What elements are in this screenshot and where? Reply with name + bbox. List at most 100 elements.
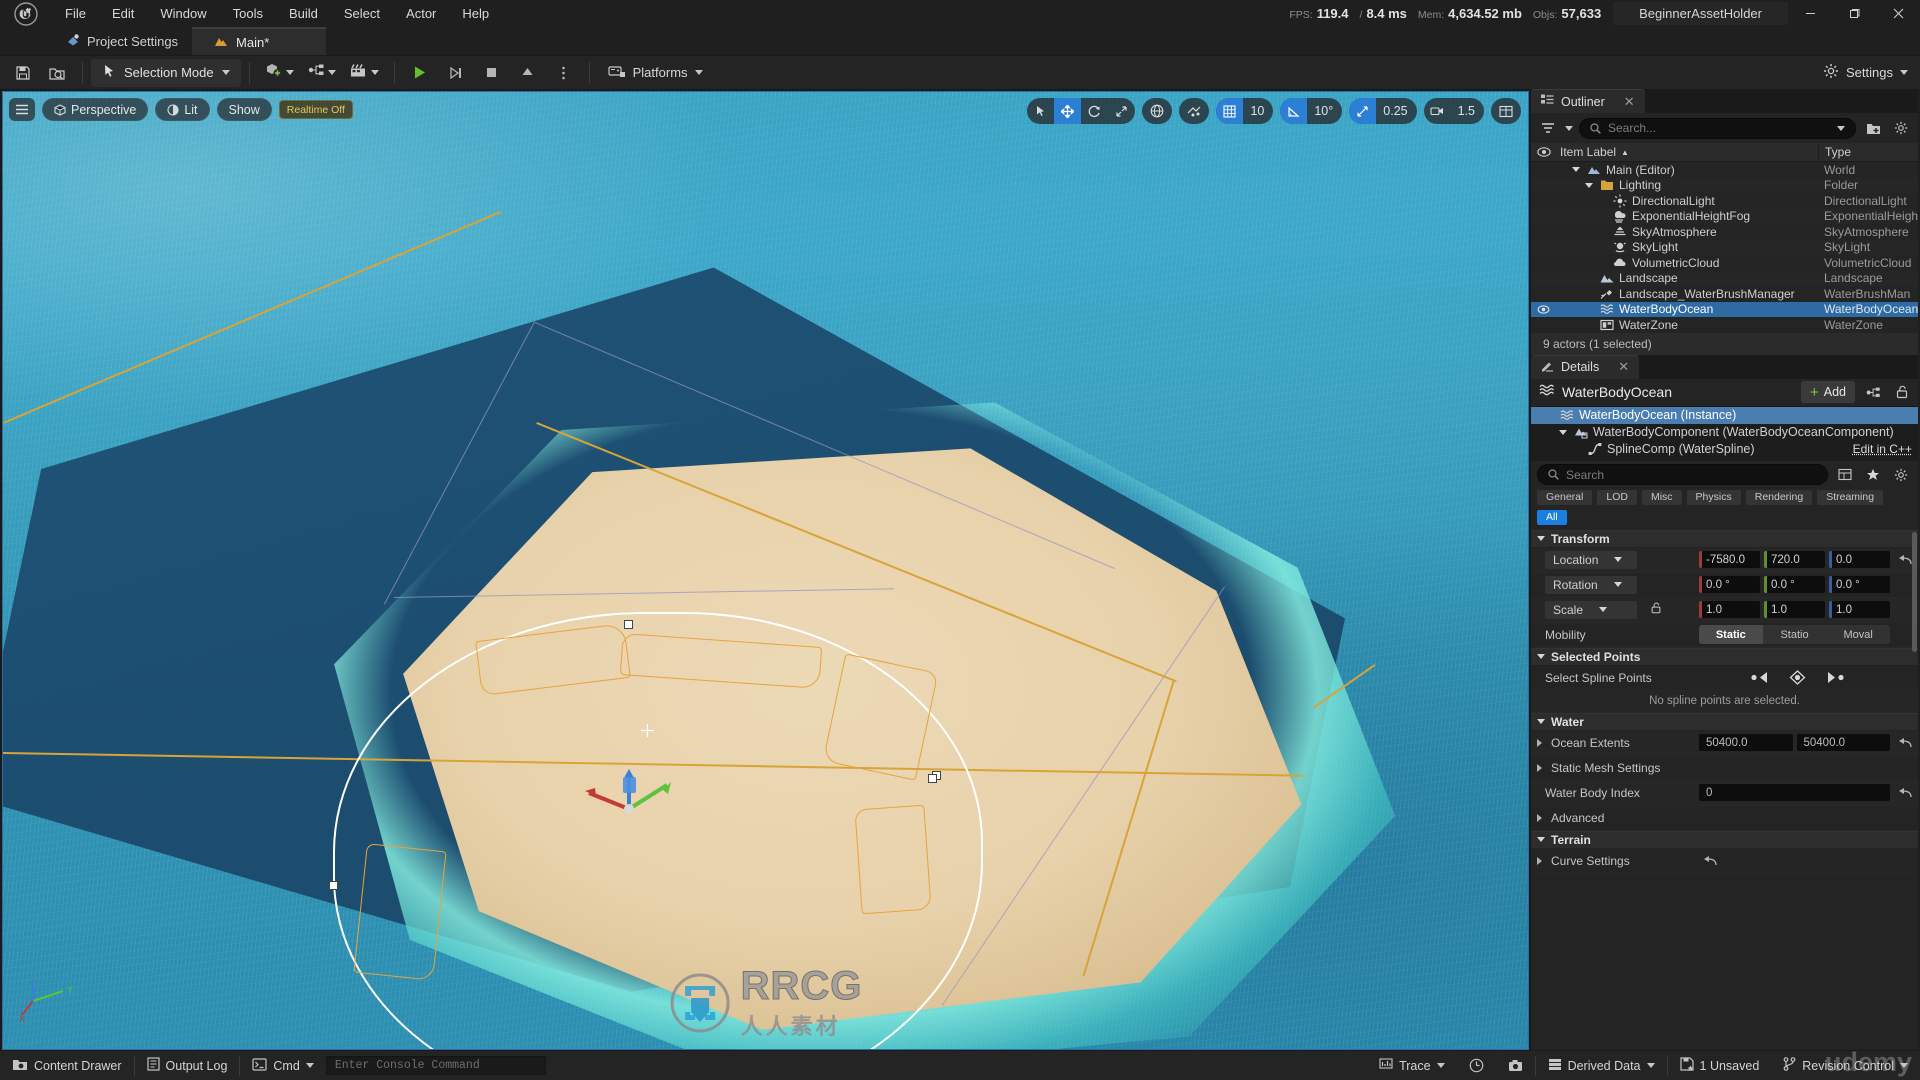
vector-field-y[interactable]: 1.0 — [1764, 601, 1825, 618]
vector-field-x[interactable]: 1.0 — [1699, 601, 1760, 618]
revert-icon[interactable] — [1898, 787, 1912, 799]
section-header-selected-points[interactable]: Selected Points — [1531, 647, 1918, 666]
menu-edit[interactable]: Edit — [99, 0, 147, 27]
vector-field-y[interactable]: 0.0 ° — [1764, 576, 1825, 593]
viewport-menu-icon[interactable] — [9, 98, 35, 121]
level-tab-main[interactable]: Main* — [192, 27, 327, 55]
extents-field-0[interactable]: 50400.0 — [1699, 734, 1793, 751]
select-tool-icon[interactable] — [1027, 98, 1054, 124]
mobility-option-0[interactable]: Static — [1699, 625, 1763, 644]
tab-details[interactable]: Details ✕ — [1531, 354, 1640, 379]
platforms-button[interactable]: Platforms — [598, 64, 713, 82]
outliner-row[interactable]: Landscape Landscape — [1531, 270, 1918, 286]
section-twisty-icon[interactable] — [1537, 536, 1545, 541]
chevron-down-icon[interactable] — [1837, 125, 1845, 131]
outliner-row-twisty[interactable] — [1569, 167, 1582, 173]
console-command-input[interactable]: Enter Console Command — [325, 1056, 546, 1075]
property-dropdown-rotation[interactable]: Rotation — [1545, 575, 1637, 594]
eject-icon[interactable] — [511, 59, 545, 87]
menu-tools[interactable]: Tools — [220, 0, 276, 27]
outliner-col-label[interactable]: Item Label ▲ — [1556, 145, 1818, 159]
details-settings-icon[interactable] — [1890, 464, 1912, 486]
add-actor-button[interactable] — [258, 59, 301, 87]
vector-field-y[interactable]: 720.0 — [1764, 551, 1825, 568]
angle-snap-value[interactable]: 10° — [1307, 98, 1342, 124]
revert-button[interactable] — [1699, 855, 1721, 867]
spline-point[interactable] — [329, 881, 338, 890]
revert-icon[interactable] — [1898, 554, 1912, 566]
blueprint-icon[interactable] — [1862, 381, 1884, 403]
outliner-row[interactable]: DirectionalLight DirectionalLight — [1531, 193, 1918, 209]
close-button[interactable] — [1876, 0, 1920, 27]
move-tool-icon[interactable] — [1054, 98, 1082, 124]
favorites-star-icon[interactable] — [1862, 464, 1884, 486]
details-filter-general[interactable]: General — [1537, 489, 1593, 505]
extents-field-1[interactable]: 50400.0 — [1796, 734, 1890, 751]
twisty-right-icon[interactable] — [1537, 813, 1542, 822]
property-dropdown-scale[interactable]: Scale — [1545, 600, 1637, 619]
minimize-button[interactable] — [1788, 0, 1832, 27]
scale-lock-icon[interactable] — [1650, 602, 1662, 617]
component-twisty[interactable] — [1556, 429, 1569, 435]
details-filter-physics[interactable]: Physics — [1686, 489, 1741, 505]
mobility-option-2[interactable]: Moval — [1826, 625, 1890, 644]
grid-snap-value[interactable]: 10 — [1243, 98, 1273, 124]
mobility-option-1[interactable]: Statio — [1763, 625, 1827, 644]
tab-outliner[interactable]: Outliner ✕ — [1531, 89, 1645, 113]
surface-snap-icon[interactable] — [1179, 98, 1210, 124]
twisty-right-icon[interactable] — [1537, 856, 1542, 865]
edit-in-cpp-link[interactable]: Edit in C++ — [1853, 442, 1912, 456]
row-visibility-toggle[interactable] — [1531, 305, 1556, 314]
revert-button[interactable] — [1894, 787, 1916, 799]
vector-field-z[interactable]: 0.0 — [1829, 551, 1890, 568]
details-filter-rendering[interactable]: Rendering — [1745, 489, 1813, 505]
trace-button[interactable]: Trace — [1367, 1051, 1457, 1080]
spline-point[interactable] — [624, 620, 633, 629]
rotate-tool-icon[interactable] — [1081, 98, 1108, 124]
unsaved-button[interactable]: 1 Unsaved — [1668, 1051, 1772, 1080]
section-twisty-icon[interactable] — [1537, 837, 1545, 842]
section-twisty-icon[interactable] — [1537, 719, 1545, 724]
outliner-row[interactable]: SkyAtmosphere SkyAtmosphere — [1531, 224, 1918, 240]
stop-icon[interactable] — [475, 59, 509, 87]
play-icon[interactable] — [403, 59, 437, 87]
outliner-row[interactable]: Main (Editor) World — [1531, 162, 1918, 178]
derived-data-button[interactable]: Derived Data — [1536, 1051, 1667, 1080]
twisty-right-icon[interactable] — [1537, 738, 1542, 747]
more-options-icon[interactable] — [547, 59, 581, 87]
browse-content-icon[interactable] — [40, 59, 74, 87]
outliner-search-input[interactable]: Search... — [1579, 117, 1856, 139]
selection-mode-button[interactable]: Selection Mode — [91, 58, 241, 87]
numeric-field[interactable]: 0 — [1699, 784, 1890, 801]
grid-snap-icon[interactable] — [1216, 98, 1244, 124]
skip-icon[interactable] — [439, 59, 473, 87]
revert-icon[interactable] — [1898, 737, 1912, 749]
outliner-row[interactable]: ExponentialHeightFog ExponentialHeigh — [1531, 208, 1918, 224]
column-view-icon[interactable] — [1834, 464, 1856, 486]
outliner-col-type[interactable]: Type — [1818, 145, 1918, 159]
camera-speed-value[interactable]: 1.5 — [1451, 98, 1484, 124]
outliner-settings-icon[interactable] — [1890, 117, 1912, 139]
details-filter-streaming[interactable]: Streaming — [1817, 489, 1884, 505]
section-header-water[interactable]: Water — [1531, 712, 1918, 731]
details-scrollbar[interactable] — [1912, 531, 1917, 652]
menu-window[interactable]: Window — [147, 0, 219, 27]
select-all-spline-points-icon[interactable] — [1789, 670, 1806, 685]
component-row[interactable]: WaterBodyComponent (WaterBodyOceanCompon… — [1531, 424, 1918, 441]
spline-point[interactable] — [928, 774, 937, 783]
twisty-down-icon[interactable] — [1571, 167, 1580, 173]
details-filter-lod[interactable]: LOD — [1597, 489, 1637, 505]
add-component-button[interactable]: + Add — [1800, 381, 1855, 403]
level-viewport[interactable]: X Y Z Perspective Lit Show Realtime Off … — [2, 91, 1529, 1050]
twisty-right-icon[interactable] — [1537, 763, 1542, 772]
visibility-eye-icon[interactable] — [1537, 305, 1550, 314]
vector-field-x[interactable]: 0.0 ° — [1699, 576, 1760, 593]
outliner-row-twisty[interactable] — [1582, 182, 1595, 188]
scale-snap-value[interactable]: 0.25 — [1376, 98, 1416, 124]
viewport-layout-icon[interactable] — [1491, 98, 1521, 124]
realtime-status-badge[interactable]: Realtime Off — [278, 100, 353, 119]
cmd-button[interactable]: Cmd — [240, 1051, 325, 1080]
content-drawer-button[interactable]: Content Drawer — [0, 1051, 134, 1080]
twisty-down-icon[interactable] — [1584, 182, 1593, 188]
trace-record-button[interactable] — [1457, 1051, 1496, 1080]
